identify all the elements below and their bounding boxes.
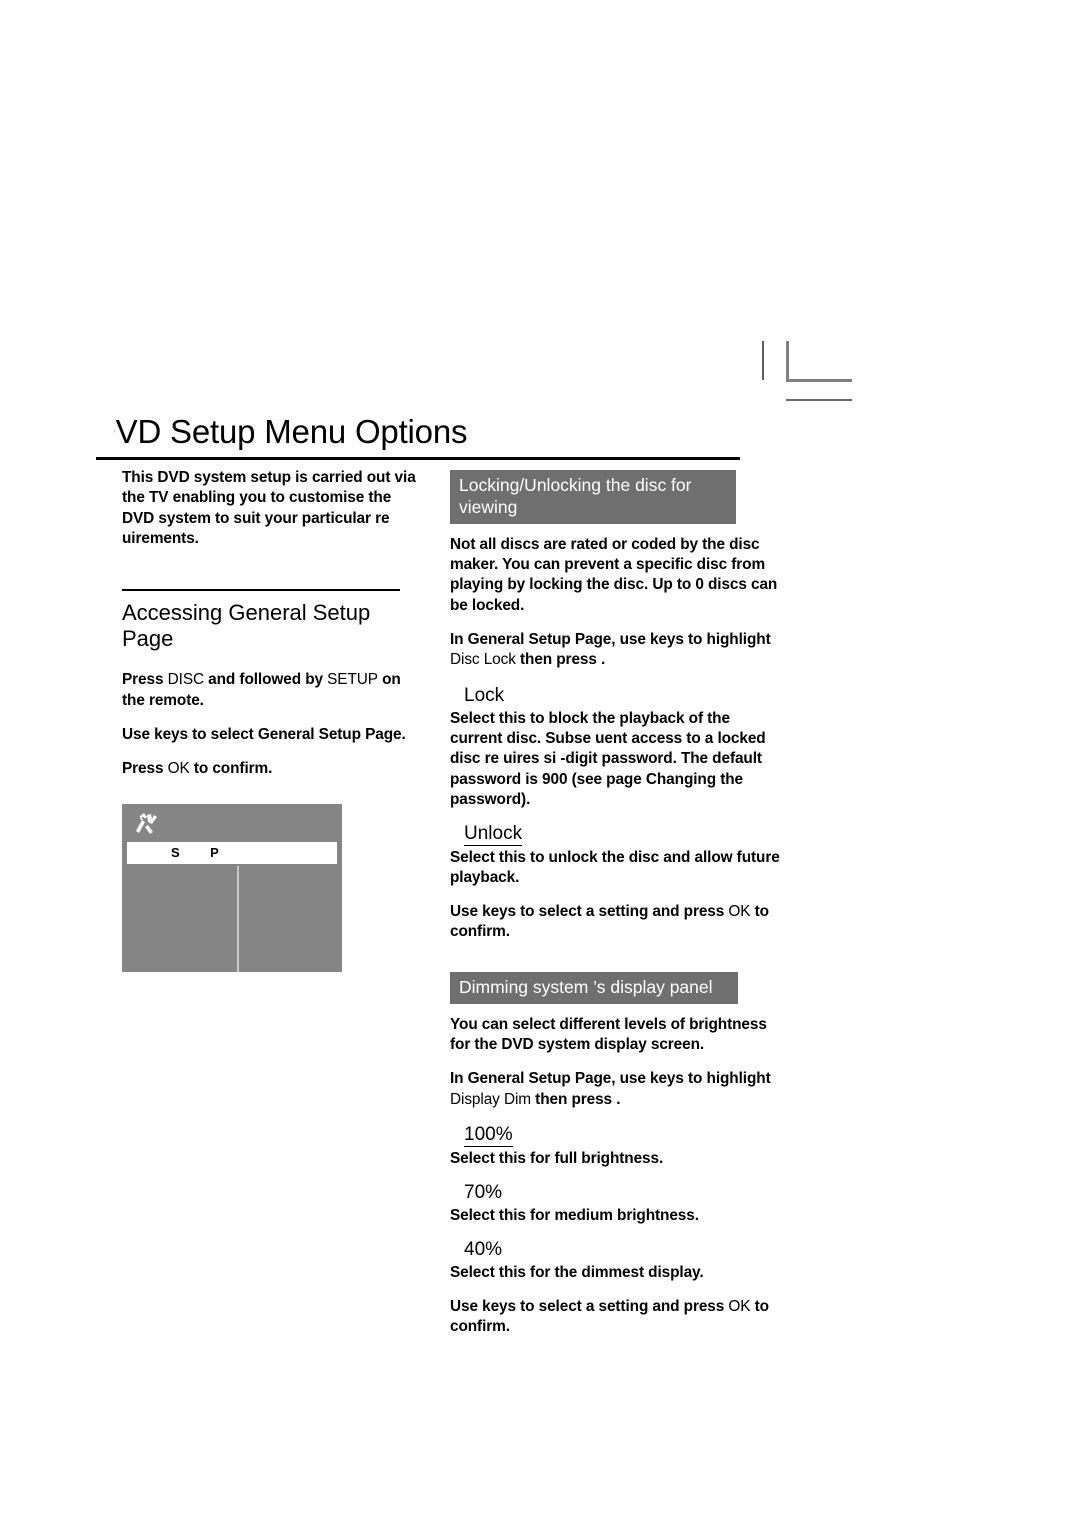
title-divider [96,456,740,460]
section-footer-dimming-display-panel-run-0: Use [450,1297,483,1315]
option-description: Select this to unlock the disc and allow… [450,849,780,887]
page-title: DVD Setup Menu Options [114,414,468,450]
option-label: Unlock [464,823,523,847]
section-instruction-dimming-display-panel-run-0: In General Setup Page [450,1070,612,1088]
step-press-ok: Press OK to confirm. [122,759,422,779]
option-label: 100% [464,1124,513,1147]
left-column: This DVD system setup is carried out via… [122,468,422,972]
section-footer-locking-unlocking-run-2: keys to select a setting and press [482,902,729,920]
step-disc-setup: Press DISC and followed by SETUP on the … [122,670,422,711]
section-instruction-locking-unlocking-run-4: Disc Lock [450,651,516,669]
intro-paragraph: This DVD system setup is carried out via… [122,469,416,547]
section-footer-locking-unlocking-run-0: Use [450,902,483,920]
osd-column-divider [237,865,239,972]
option-dimming-display-panel-1: 70% Select this for medium brightness. [450,1182,780,1226]
section-footer-dimming-display-panel: Use keys to select a setting and press O… [450,1297,780,1338]
setup-steps-list: Press DISC and followed by SETUP on the … [122,670,422,779]
setup-tools-icon [133,812,159,836]
section-instruction-dimming-display-panel-run-1: , use [611,1070,651,1088]
option-label: 70% [464,1182,503,1204]
step-select-page-run-3: General Setup Page [257,725,402,743]
step-disc-setup-run-2: and followed by [204,671,328,689]
step-select-page-run-2: keys to select [154,725,258,743]
section-footer-locking-unlocking-run-3: OK [728,902,751,920]
section-instruction-dimming-display-panel-run-3: keys to highlight [650,1070,771,1088]
document-page: DVD Setup Menu Options This DVD system s… [0,0,1080,1528]
section-footer-locking-unlocking: Use keys to select a setting and press O… [450,902,780,943]
step-press-ok-run-2: to confirm. [189,760,273,778]
section-instruction-dimming-display-panel-run-6: . [616,1090,621,1108]
section-instruction-locking-unlocking-run-5: then press [515,651,601,669]
section-footer-dimming-display-panel-run-2: keys to select a setting and press [482,1297,729,1315]
section-locking-unlocking: Locking/Unlocking the disc for viewing No… [450,470,780,942]
section-heading-accessing-general-setup: Accessing General Setup Page [122,600,371,652]
section-instruction-locking-unlocking: In General Setup Page, use keys to highl… [450,630,780,671]
option-locking-unlocking-0: Lock Select this to block the playback of… [450,685,780,810]
crop-mark-horizontal-rule [786,379,852,382]
option-locking-unlocking-1: Unlock Select this to unlock the disc an… [450,823,780,889]
section-instruction-locking-unlocking-run-6: . [601,651,606,669]
step-select-page-run-4: . [401,725,406,743]
option-description: Select this for medium brightness. [450,1207,699,1225]
section-instruction-locking-unlocking-run-1: , use [611,631,651,649]
general-setup-page-tab-bar: S P [127,841,337,864]
crop-mark-underline [786,399,852,401]
step-disc-setup-run-0: Press [122,671,168,689]
step-disc-setup-run-3: SETUP [327,671,378,689]
option-description: Select this to block the playback of the… [450,709,766,808]
option-dimming-display-panel-0: 100% Select this for full brightness. [450,1124,780,1169]
option-description: Select this for the dimmest display. [450,1264,704,1282]
option-dimming-display-panel-2: 40% Select this for the dimmest display. [450,1239,780,1283]
section-instruction-dimming-display-panel-run-4: Display Dim [450,1090,531,1108]
section-body-dimming-display-panel: You can select different levels of brigh… [450,1015,767,1054]
option-label: 40% [464,1239,503,1261]
step-disc-setup-run-1: DISC [167,671,204,689]
page-header: DVD Setup Menu Options [96,414,740,460]
section-instruction-dimming-display-panel: In General Setup Page, use keys to highl… [450,1069,780,1110]
crop-mark-tick [762,341,764,380]
section-instruction-locking-unlocking-run-3: keys to highlight [650,631,771,649]
section-body-locking-unlocking: Not all discs are rated or coded by the … [450,535,778,614]
step-press-ok-run-0: Press [122,760,168,778]
section-heading-divider [122,589,400,592]
section-footer-dimming-display-panel-run-3: OK [728,1297,751,1315]
section-header-dimming-display-panel: Dimming system ’s display panel [450,972,738,1004]
option-description: Select this for full brightness. [450,1149,664,1167]
section-instruction-dimming-display-panel-run-5: then press [531,1090,617,1108]
osd-tab-letter-s: S [171,845,181,861]
section-dimming-display-panel: Dimming system ’s display panel You can s… [450,972,780,1337]
right-column: Locking/Unlocking the disc for viewing No… [450,470,780,1351]
section-header-locking-unlocking: Locking/Unlocking the disc for viewing [450,470,736,524]
option-label: Lock [464,684,505,706]
section-instruction-locking-unlocking-run-0: In General Setup Page [450,631,612,649]
registration-crop-mark [762,341,852,401]
step-press-ok-run-1: OK [167,760,190,778]
accessing-setup-section: Accessing General Setup Page [122,589,422,652]
crop-mark-vertical-rule [786,341,789,382]
step-select-page: Use keys to select General Setup Page. [122,725,422,745]
osd-tab-letter-p: P [210,845,220,861]
general-setup-page-screenshot: S P [122,803,342,972]
step-select-page-run-0: Use [122,725,155,743]
